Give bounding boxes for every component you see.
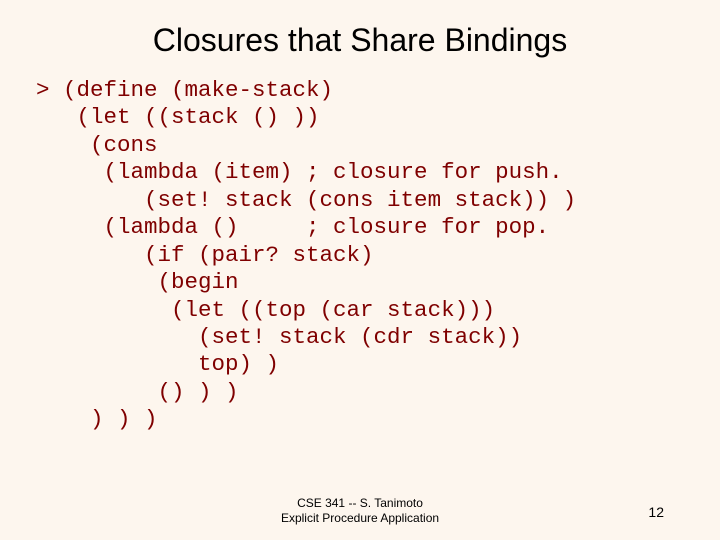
page-number: 12	[648, 504, 664, 520]
slide-footer: CSE 341 -- S. Tanimoto Explicit Procedur…	[0, 496, 720, 526]
slide-title: Closures that Share Bindings	[0, 0, 720, 69]
footer-line-2: Explicit Procedure Application	[0, 511, 720, 526]
footer-line-1: CSE 341 -- S. Tanimoto	[0, 496, 720, 511]
code-block: > (define (make-stack) (let ((stack () )…	[0, 69, 720, 434]
